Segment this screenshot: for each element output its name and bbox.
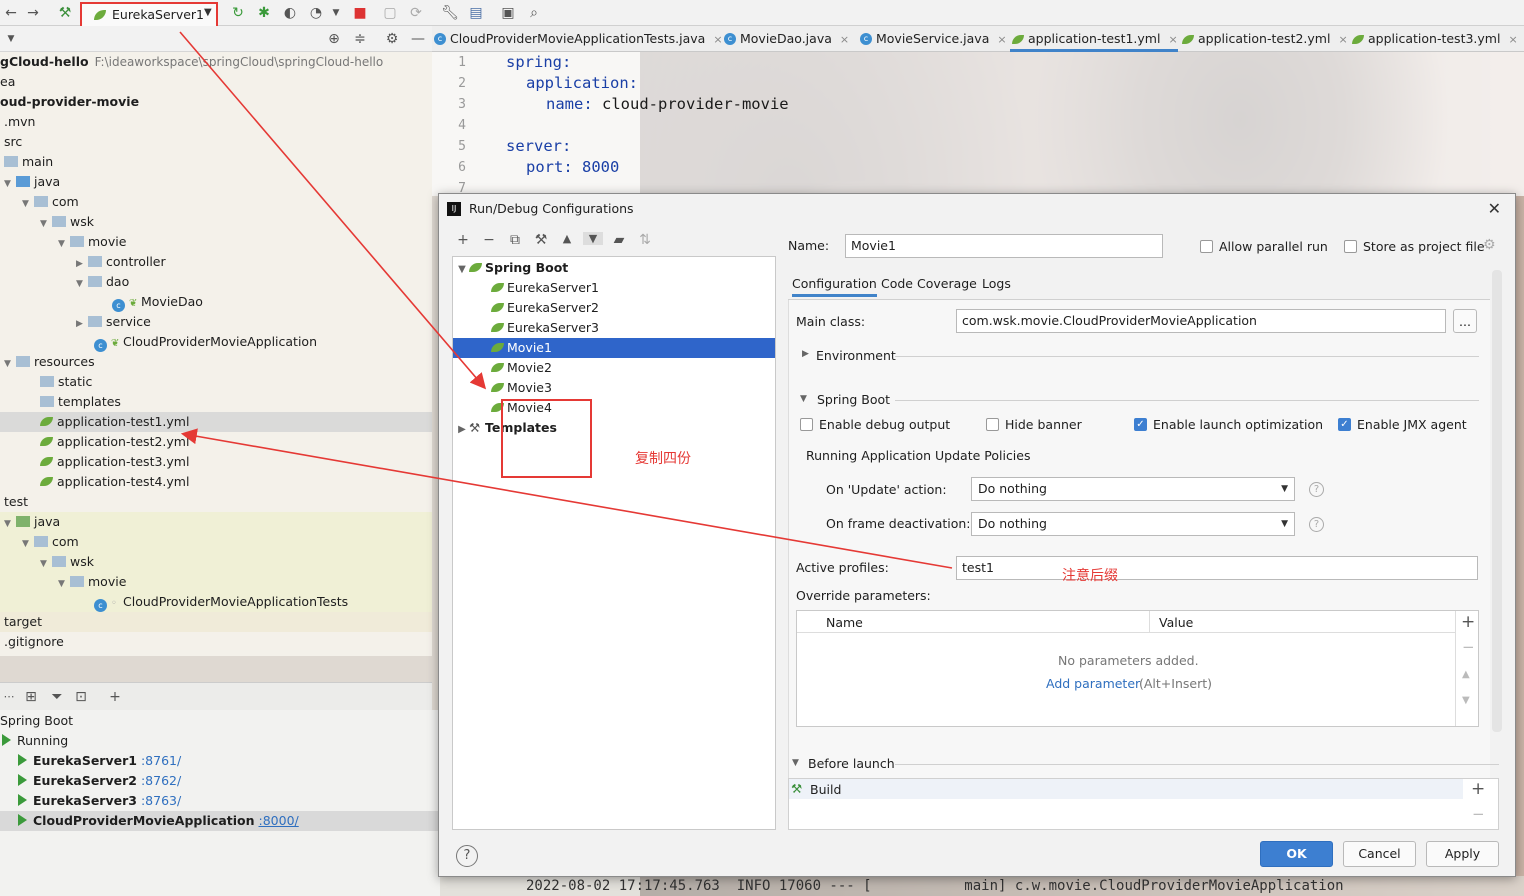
arrow-suffix bbox=[180, 428, 953, 569]
arrow-copy bbox=[179, 31, 487, 390]
annotation-arrows bbox=[179, 31, 953, 569]
